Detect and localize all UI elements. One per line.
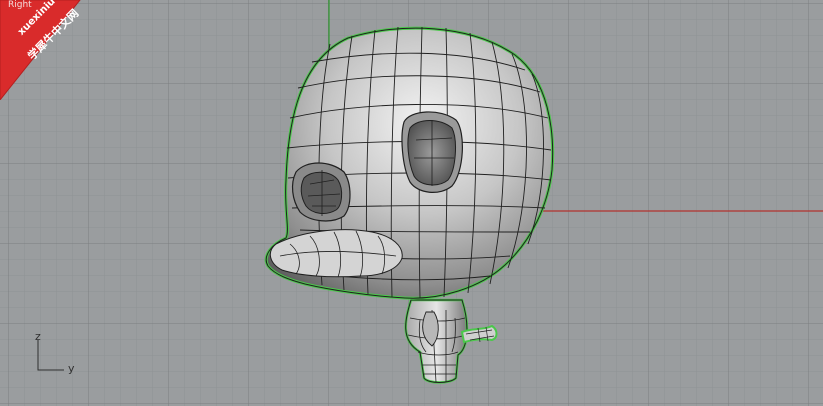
viewport-canvas[interactable] xyxy=(0,0,823,406)
rhino-viewport[interactable]: Right z y xuexiniu 学犀牛中文网 xyxy=(0,0,823,406)
axis-z-label: z xyxy=(35,330,41,343)
watermark-ribbon: xuexiniu 学犀牛中文网 xyxy=(0,0,120,100)
axis-widget xyxy=(37,340,64,371)
axis-y-label: y xyxy=(68,362,75,375)
viewport-title[interactable]: Right xyxy=(8,0,32,10)
